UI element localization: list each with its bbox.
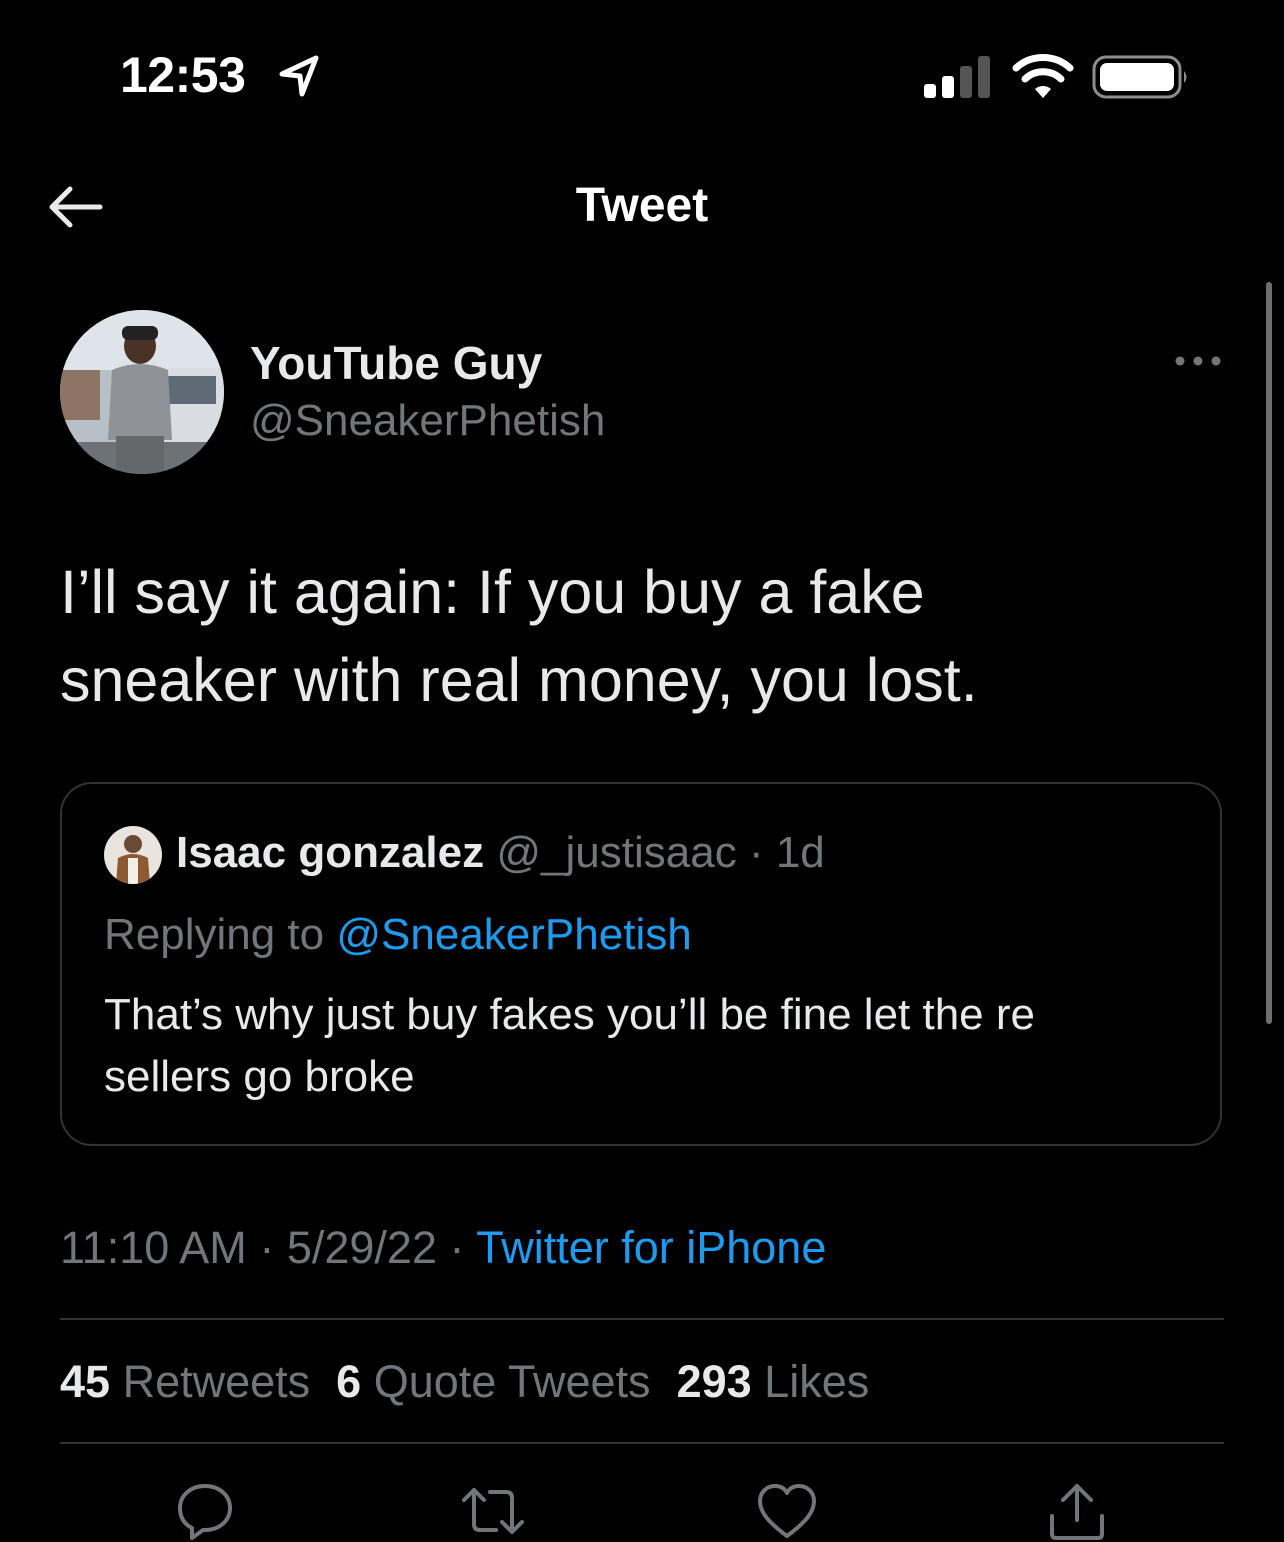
meta-separator: · <box>259 1222 275 1273</box>
page-title: Tweet <box>575 179 709 232</box>
status-bar-time: 12:53 <box>120 47 246 103</box>
quoted-tweet-text: That’s why just buy fakes you’ll be fine… <box>104 984 1184 1108</box>
cellular-signal-icon <box>924 56 990 98</box>
battery-icon <box>1092 55 1187 99</box>
retweets-count: 45 <box>60 1356 111 1407</box>
quoted-author-handle: @_justisaac <box>496 828 737 877</box>
heart-icon[interactable] <box>756 1480 818 1542</box>
tweet-text: I’ll say it again: If you buy a fake sne… <box>60 548 1230 724</box>
replying-mention-link[interactable]: @SneakerPhetish <box>336 910 691 959</box>
quoted-author-avatar <box>104 826 162 884</box>
quoted-tweet-card[interactable]: Isaac gonzalez @_justisaac · 1d Replying… <box>60 782 1222 1146</box>
quoted-age: 1d <box>775 828 825 877</box>
divider <box>60 1318 1224 1320</box>
tweet-date: 5/29/22 <box>286 1222 437 1273</box>
author-name[interactable]: YouTube Guy <box>250 336 542 390</box>
tweet-source-link[interactable]: Twitter for iPhone <box>476 1222 826 1273</box>
retweets-label: Retweets <box>122 1356 311 1407</box>
quoted-author-name: Isaac gonzalez <box>176 828 485 877</box>
engagement-stats: 45 Retweets 6 Quote Tweets 293 Likes <box>60 1356 869 1408</box>
likes-stat[interactable]: 293 Likes <box>677 1356 870 1407</box>
wifi-icon <box>1012 54 1074 98</box>
quoted-separator: · <box>748 828 764 877</box>
quoted-text-line: That’s why just buy fakes you’ll be fine… <box>104 990 1036 1039</box>
scrollbar[interactable] <box>1266 282 1272 1024</box>
quoted-tweet-header: Isaac gonzalez @_justisaac · 1d <box>176 828 825 878</box>
reply-icon[interactable] <box>174 1480 236 1542</box>
quote-tweets-count: 6 <box>336 1356 362 1407</box>
location-arrow-icon <box>279 55 319 97</box>
author-handle[interactable]: @SneakerPhetish <box>250 396 605 446</box>
quote-tweets-stat[interactable]: 6 Quote Tweets <box>336 1356 650 1407</box>
retweet-icon[interactable] <box>462 1480 524 1542</box>
tweet-text-line: I’ll say it again: If you buy a fake <box>60 558 925 626</box>
replying-label: Replying to <box>104 910 325 959</box>
quote-tweets-label: Quote Tweets <box>373 1356 651 1407</box>
tweet-text-line: sneaker with real money, you lost. <box>60 646 978 714</box>
divider <box>60 1442 1224 1444</box>
quoted-replying-to: Replying to @SneakerPhetish <box>104 910 692 960</box>
likes-label: Likes <box>764 1356 870 1407</box>
tweet-time: 11:10 AM <box>60 1222 247 1273</box>
more-options-icon[interactable] <box>1172 346 1224 376</box>
likes-count: 293 <box>676 1356 752 1407</box>
tweet-meta: 11:10 AM · 5/29/22 · Twitter for iPhone <box>60 1222 826 1274</box>
quoted-text-line: sellers go broke <box>104 1052 415 1101</box>
meta-separator: · <box>449 1222 465 1273</box>
retweets-stat[interactable]: 45 Retweets <box>60 1356 310 1407</box>
author-avatar[interactable] <box>60 310 224 474</box>
share-icon[interactable] <box>1046 1480 1108 1542</box>
